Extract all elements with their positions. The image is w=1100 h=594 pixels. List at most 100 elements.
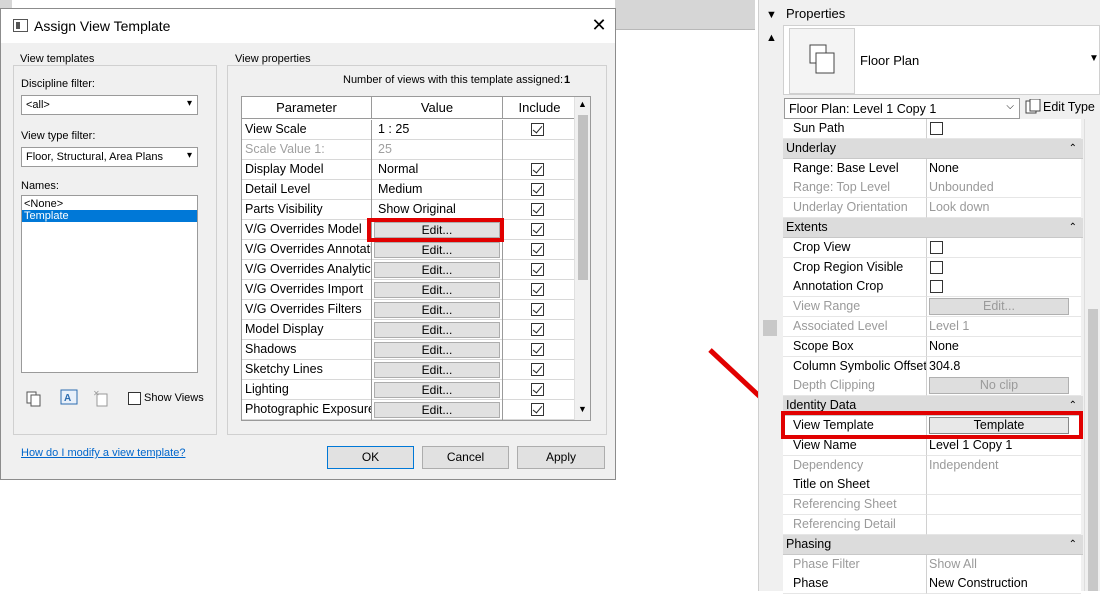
list-item-template[interactable]: Template xyxy=(22,210,197,222)
include-checkbox[interactable] xyxy=(531,183,544,196)
property-group-header[interactable]: Underlay ⌃ xyxy=(783,138,1083,159)
property-value[interactable]: 304.8 xyxy=(927,356,1081,377)
dialog-titlebar: Assign View Template ✕ xyxy=(1,9,615,43)
property-checkbox[interactable] xyxy=(930,260,943,274)
dialog-app-icon xyxy=(13,19,28,32)
edit-button[interactable]: Edit... xyxy=(374,262,500,278)
property-value[interactable] xyxy=(927,475,1081,496)
close-icon[interactable]: ✕ xyxy=(589,14,609,36)
include-checkbox[interactable] xyxy=(531,223,544,236)
include-checkbox[interactable] xyxy=(531,343,544,356)
names-listbox[interactable]: <None> Template xyxy=(21,195,198,373)
value-cell: 25 xyxy=(372,140,503,160)
discipline-filter-value: <all> xyxy=(26,99,50,111)
rename-icon[interactable]: A xyxy=(60,389,78,407)
property-name: Range: Top Level xyxy=(783,178,927,199)
include-checkbox[interactable] xyxy=(531,243,544,256)
property-value: Edit... xyxy=(927,297,1081,318)
include-checkbox[interactable] xyxy=(531,163,544,176)
scroll-up-icon[interactable]: ▲ xyxy=(766,32,777,44)
include-checkbox[interactable] xyxy=(531,383,544,396)
property-checkbox[interactable] xyxy=(930,122,943,135)
property-value[interactable] xyxy=(927,119,1081,139)
value-cell: Edit... xyxy=(372,260,503,280)
property-row: Title on Sheet xyxy=(783,475,1083,496)
dropdown-arrow-icon: ▾ xyxy=(186,98,192,109)
type-selector[interactable]: Floor Plan ▼ xyxy=(783,25,1100,95)
property-value[interactable]: None xyxy=(927,336,1081,357)
value-cell[interactable]: Normal xyxy=(372,160,503,180)
include-cell xyxy=(503,120,576,140)
view-type-filter-dropdown[interactable]: Floor, Structural, Area Plans ▾ xyxy=(21,147,198,167)
property-value[interactable] xyxy=(927,277,1081,298)
edit-button[interactable]: Edit... xyxy=(374,342,500,358)
show-views-checkbox[interactable] xyxy=(128,392,141,405)
header-parameter[interactable]: Parameter xyxy=(242,97,372,119)
parameter-cell: Display Model xyxy=(242,160,372,180)
discipline-filter-dropdown[interactable]: <all> ▾ xyxy=(21,95,198,115)
property-row: Range: Base Level None xyxy=(783,158,1083,179)
edit-type-icon[interactable] xyxy=(1025,98,1041,115)
property-name: Depth Clipping xyxy=(783,376,927,397)
duplicate-icon[interactable] xyxy=(26,391,42,407)
property-checkbox[interactable] xyxy=(930,280,943,294)
include-checkbox[interactable] xyxy=(531,363,544,376)
splitter-thumb[interactable] xyxy=(763,320,777,336)
table-scrollbar-thumb[interactable] xyxy=(578,115,588,280)
edit-button[interactable]: Edit... xyxy=(374,302,500,318)
value-cell[interactable]: Show Original xyxy=(372,200,503,220)
property-checkbox[interactable] xyxy=(930,240,943,254)
table-row: Lighting Edit... xyxy=(242,380,576,400)
properties-scrollbar[interactable] xyxy=(1084,119,1100,591)
value-cell: Edit... xyxy=(372,240,503,260)
collapse-icon[interactable]: ⌃ xyxy=(1069,139,1077,158)
property-group-header[interactable]: Phasing ⌃ xyxy=(783,534,1083,555)
property-group-label: Underlay xyxy=(786,140,837,155)
scroll-up-icon[interactable]: ▲ xyxy=(578,99,587,109)
parameter-cell: V/G Overrides Import xyxy=(242,280,372,300)
property-row: Scope Box None xyxy=(783,336,1083,357)
collapse-icon[interactable]: ⌃ xyxy=(1069,218,1077,237)
edit-type-button[interactable]: Edit Type xyxy=(1043,100,1095,114)
assign-view-template-dialog: Assign View Template ✕ View templates Di… xyxy=(0,8,616,480)
value-cell[interactable]: 1 : 25 xyxy=(372,120,503,140)
value-cell[interactable]: Medium xyxy=(372,180,503,200)
list-item-none[interactable]: <None> xyxy=(22,196,197,210)
property-group-header[interactable]: Extents ⌃ xyxy=(783,218,1083,238)
include-checkbox[interactable] xyxy=(531,283,544,296)
property-value[interactable] xyxy=(927,237,1081,258)
panel-menu-icon[interactable]: ▼ xyxy=(766,9,777,21)
scroll-down-icon[interactable]: ▼ xyxy=(578,404,587,414)
apply-button[interactable]: Apply xyxy=(517,446,605,469)
cancel-button[interactable]: Cancel xyxy=(422,446,509,469)
include-checkbox[interactable] xyxy=(531,323,544,336)
parameter-cell: V/G Overrides Filters xyxy=(242,300,372,320)
property-value[interactable]: New Construction xyxy=(927,574,1081,594)
edit-button[interactable]: Edit... xyxy=(374,402,500,418)
include-checkbox[interactable] xyxy=(531,303,544,316)
edit-button[interactable]: Edit... xyxy=(374,362,500,378)
property-name: Associated Level xyxy=(783,317,927,337)
properties-scrollbar-thumb[interactable] xyxy=(1088,309,1098,591)
ok-button[interactable]: OK xyxy=(327,446,414,469)
include-checkbox[interactable] xyxy=(531,203,544,216)
include-checkbox[interactable] xyxy=(531,123,544,136)
chevron-down-icon[interactable]: ▼ xyxy=(1089,53,1099,64)
table-row: Shadows Edit... xyxy=(242,340,576,360)
property-value[interactable]: None xyxy=(927,158,1081,179)
edit-button[interactable]: Edit... xyxy=(374,322,500,338)
delete-icon[interactable]: ✕ xyxy=(93,389,109,407)
edit-button[interactable]: Edit... xyxy=(374,382,500,398)
header-value[interactable]: Value xyxy=(372,97,503,119)
collapse-icon[interactable]: ⌃ xyxy=(1069,535,1077,554)
edit-button[interactable]: Edit... xyxy=(374,242,500,258)
property-value[interactable] xyxy=(927,257,1081,278)
edit-button[interactable]: Edit... xyxy=(374,282,500,298)
help-link[interactable]: How do I modify a view template? xyxy=(21,447,185,459)
parameter-cell: V/G Overrides Analytic xyxy=(242,260,372,280)
include-checkbox[interactable] xyxy=(531,263,544,276)
table-scrollbar[interactable]: ▲ ▼ xyxy=(574,97,590,420)
instance-selector[interactable]: Floor Plan: Level 1 Copy 1 ⌵ xyxy=(784,98,1020,119)
header-include[interactable]: Include xyxy=(503,97,576,119)
include-checkbox[interactable] xyxy=(531,403,544,416)
